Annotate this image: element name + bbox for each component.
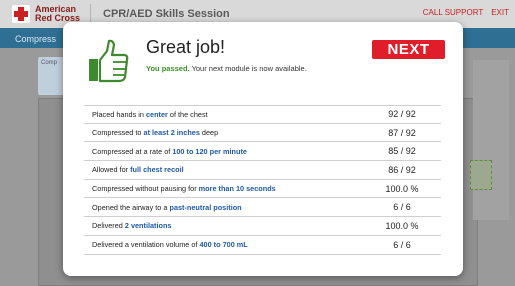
result-text-suffix: of the chest <box>167 109 208 119</box>
table-row: Allowed for full chest recoil 86 / 92 <box>84 161 441 180</box>
header-divider <box>90 4 92 24</box>
result-text: Opened the airway to a <box>92 202 170 212</box>
thumbs-up-icon <box>89 39 129 83</box>
result-description: Delivered a ventilation volume of 400 to… <box>92 240 248 249</box>
red-cross-logo: American Red Cross <box>0 5 80 23</box>
module-strip-label: Compress <box>15 34 57 44</box>
result-highlight: at least 2 inches <box>143 128 200 138</box>
result-description: Allowed for full chest recoil <box>92 165 184 174</box>
result-text: Compressed at a rate of <box>92 146 173 156</box>
result-highlight: full chest recoil <box>130 165 184 175</box>
result-description: Compressed at a rate of 100 to 120 per m… <box>92 147 247 156</box>
result-highlight: 2 ventilations <box>124 221 172 231</box>
table-row: Compressed to at least 2 inches deep 87 /… <box>84 124 441 143</box>
result-highlight: more than 10 seconds <box>198 184 276 194</box>
result-text-suffix: deep <box>199 128 219 138</box>
result-text: Delivered a ventilation volume of <box>92 240 200 250</box>
result-score: 87 / 92 <box>388 127 416 138</box>
table-row: Compressed without pausing for more than… <box>84 180 441 199</box>
background-card-label: Comp <box>41 60 58 66</box>
table-row: Delivered 2 ventilations 100.0 % <box>84 217 441 236</box>
exit-link[interactable]: EXIT <box>491 8 509 17</box>
results-modal: Great job! You passed. Your next module … <box>63 22 463 276</box>
result-highlight: 100 to 120 per minute <box>172 146 247 156</box>
result-description: Compressed without pausing for more than… <box>92 184 276 193</box>
app-title: CPR/AED Skills Session <box>103 8 230 20</box>
table-row: Placed hands in center of the chest 92 / … <box>84 105 441 124</box>
modal-subtext: You passed. Your next module is now avai… <box>146 64 307 73</box>
table-row: Compressed at a rate of 100 to 120 per m… <box>84 142 441 162</box>
background-dashed-box <box>470 160 492 190</box>
table-row: Opened the airway to a past-neutral posi… <box>84 198 441 218</box>
passed-label: You passed. <box>146 64 190 73</box>
results-table: Placed hands in center of the chest 92 / … <box>84 105 441 255</box>
result-score: 86 / 92 <box>388 164 416 175</box>
result-score: 92 / 92 <box>388 109 416 120</box>
result-score: 100.0 % <box>385 220 419 231</box>
result-text: Placed hands in <box>92 109 146 119</box>
result-score: 100.0 % <box>385 183 419 194</box>
result-score: 6 / 6 <box>393 202 411 213</box>
result-text: Compressed without pausing for <box>92 184 199 194</box>
result-text: Allowed for <box>92 165 131 175</box>
result-score: 6 / 6 <box>393 239 411 250</box>
result-description: Placed hands in center of the chest <box>92 110 208 119</box>
result-description: Compressed to at least 2 inches deep <box>92 128 218 137</box>
result-description: Opened the airway to a past-neutral posi… <box>92 203 242 212</box>
result-score: 85 / 92 <box>388 146 416 157</box>
header-actions: CALL SUPPORT EXIT <box>423 8 509 17</box>
next-button[interactable]: NEXT <box>372 40 445 59</box>
call-support-link[interactable]: CALL SUPPORT <box>423 8 483 17</box>
result-description: Delivered 2 ventilations <box>92 221 172 230</box>
next-module-message: Your next module is now available. <box>189 64 307 73</box>
result-highlight: center <box>145 109 168 119</box>
result-highlight: past-neutral position <box>169 202 242 212</box>
background-side-panel <box>473 60 509 220</box>
result-text: Compressed to <box>92 128 144 138</box>
result-text: Delivered <box>92 221 125 231</box>
red-cross-icon <box>12 5 30 23</box>
logo-text: American Red Cross <box>35 5 80 23</box>
table-row: Delivered a ventilation volume of 400 to… <box>84 236 441 255</box>
modal-heading: Great job! <box>146 37 226 57</box>
result-highlight: 400 to 700 mL <box>199 240 248 250</box>
